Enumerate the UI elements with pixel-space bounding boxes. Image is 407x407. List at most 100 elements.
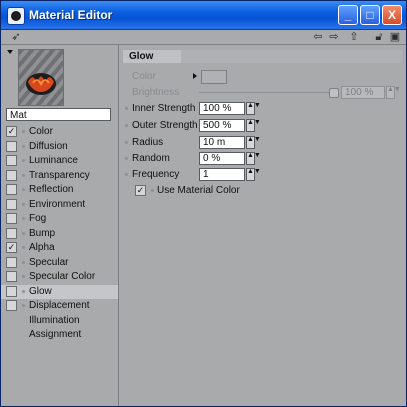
frequency-keyframe-dot[interactable] bbox=[125, 173, 128, 176]
channel-item-diffusion[interactable]: Diffusion bbox=[1, 140, 118, 154]
frequency-spinner[interactable]: ▲▼ bbox=[246, 168, 261, 181]
brightness-field[interactable]: 100 % bbox=[341, 86, 385, 99]
preview-menu-arrow-icon[interactable] bbox=[7, 50, 13, 54]
forward-arrow-icon[interactable]: ⇨ bbox=[327, 30, 341, 44]
channel-item-alpha[interactable]: ✓ Alpha bbox=[1, 241, 118, 255]
channel-checkbox[interactable] bbox=[6, 155, 17, 166]
channel-dot bbox=[22, 289, 25, 293]
up-arrow-icon[interactable]: ⇧ bbox=[347, 30, 361, 44]
frequency-row: Frequency 1 ▲▼ bbox=[119, 168, 406, 182]
channel-label: Color bbox=[29, 126, 53, 137]
outer-strength-field[interactable]: 500 % bbox=[199, 119, 245, 132]
channel-checkbox[interactable] bbox=[6, 285, 17, 297]
channel-label: Bump bbox=[29, 227, 56, 239]
outer-strength-spinner[interactable]: ▲▼ bbox=[246, 119, 261, 132]
channel-item-bump[interactable]: Bump bbox=[1, 227, 118, 241]
outer-strength-keyframe-dot[interactable] bbox=[125, 124, 128, 127]
channel-item-luminance[interactable]: Luminance bbox=[1, 154, 118, 168]
color-swatch[interactable] bbox=[201, 70, 227, 84]
channel-item-environment[interactable]: Environment bbox=[1, 198, 118, 212]
color-label: Color bbox=[132, 71, 156, 82]
channel-item-color[interactable]: ✓ Color bbox=[1, 125, 118, 139]
title-bar[interactable]: Material Editor _ □ X bbox=[1, 1, 406, 30]
radius-label: Radius bbox=[132, 137, 164, 148]
channel-dot bbox=[22, 304, 25, 307]
channel-checkbox[interactable] bbox=[6, 227, 17, 239]
channel-checkbox[interactable] bbox=[6, 213, 17, 224]
channel-item-specular[interactable]: Specular bbox=[1, 256, 118, 270]
channel-checkbox[interactable] bbox=[6, 300, 17, 311]
channel-dot bbox=[22, 202, 25, 206]
glow-group-title: Glow bbox=[129, 51, 154, 62]
channel-dot bbox=[22, 231, 25, 235]
cursor-arrow-icon[interactable]: ➶ bbox=[9, 30, 23, 44]
inner-strength-field[interactable]: 100 % bbox=[199, 102, 245, 115]
close-button[interactable]: X bbox=[382, 5, 402, 25]
random-field[interactable]: 0 % bbox=[199, 152, 245, 165]
back-arrow-icon[interactable]: ⇦ bbox=[311, 30, 325, 44]
cinema4d-app-icon bbox=[7, 7, 25, 25]
random-spinner[interactable]: ▲▼ bbox=[246, 152, 261, 165]
random-keyframe-dot[interactable] bbox=[125, 157, 128, 160]
inner-strength-spinner[interactable]: ▲▼ bbox=[246, 102, 261, 115]
lock-icon[interactable]: 🔓︎ bbox=[372, 30, 386, 44]
channel-item-transparency[interactable]: Transparency bbox=[1, 169, 118, 183]
new-window-icon[interactable]: ▣ bbox=[388, 30, 402, 44]
brightness-row: Brightness 100 % ▲▼ bbox=[119, 86, 406, 100]
channel-checkbox[interactable] bbox=[6, 184, 17, 195]
panel-item-assignment[interactable]: Assignment bbox=[1, 328, 118, 342]
channel-dot bbox=[22, 159, 25, 162]
channel-checkbox[interactable] bbox=[6, 140, 17, 152]
channel-dot bbox=[22, 246, 25, 249]
channel-item-glow[interactable]: Glow bbox=[1, 284, 118, 299]
radius-keyframe-dot[interactable] bbox=[125, 141, 128, 144]
window-title: Material Editor bbox=[29, 8, 113, 22]
brightness-slider-knob[interactable] bbox=[329, 88, 339, 98]
outer-strength-row: Outer Strength 500 % ▲▼ bbox=[119, 119, 406, 133]
channel-item-fog[interactable]: Fog bbox=[1, 212, 118, 226]
toolbar: ➶ ⇦ ⇨ ⇧ 🔓︎ ▣ bbox=[1, 30, 406, 45]
channel-label: Diffusion bbox=[29, 140, 68, 152]
attributes-panel: Glow Color Brightness 100 % ▲▼ Inner Str… bbox=[119, 45, 406, 406]
channel-checkbox[interactable]: ✓ bbox=[6, 242, 17, 253]
radius-row: Radius 10 m ▲▼ bbox=[119, 136, 406, 150]
minimize-button[interactable]: _ bbox=[338, 5, 358, 25]
radius-spinner[interactable]: ▲▼ bbox=[246, 136, 261, 149]
group-header-bar bbox=[181, 50, 402, 63]
material-name-field[interactable]: Mat bbox=[6, 108, 111, 121]
channel-item-specular-color[interactable]: Specular Color bbox=[1, 270, 118, 284]
channel-checkbox[interactable]: ✓ bbox=[6, 126, 17, 137]
panel-item-label: Assignment bbox=[29, 329, 82, 340]
channel-checkbox[interactable] bbox=[6, 271, 17, 282]
channel-label: Specular bbox=[29, 256, 69, 268]
channel-label: Specular Color bbox=[29, 271, 96, 282]
radius-field[interactable]: 10 m bbox=[199, 136, 245, 149]
material-editor-window: Material Editor _ □ X ➶ ⇦ ⇨ ⇧ 🔓︎ ▣ Mat ✓… bbox=[0, 0, 407, 407]
use-material-color-checkbox[interactable]: ✓ bbox=[135, 185, 146, 196]
outer-strength-label: Outer Strength bbox=[132, 120, 198, 131]
random-row: Random 0 % ▲▼ bbox=[119, 152, 406, 166]
material-preview[interactable] bbox=[18, 49, 64, 106]
frequency-field[interactable]: 1 bbox=[199, 168, 245, 181]
glow-group-header[interactable]: Glow bbox=[123, 50, 402, 63]
use-material-color-keyframe-dot[interactable] bbox=[151, 189, 154, 192]
channel-label: Environment bbox=[29, 198, 86, 210]
inner-strength-row: Inner Strength 100 % ▲▼ bbox=[119, 102, 406, 116]
channel-checkbox[interactable] bbox=[6, 169, 17, 181]
channel-label: Luminance bbox=[29, 155, 78, 166]
channel-label: Alpha bbox=[29, 242, 55, 253]
channel-dot bbox=[22, 188, 25, 191]
brightness-slider-track[interactable] bbox=[199, 92, 337, 93]
brightness-spinner[interactable]: ▲▼ bbox=[386, 86, 401, 99]
channel-item-displacement[interactable]: Displacement bbox=[1, 299, 118, 313]
use-material-color-row: ✓ Use Material Color bbox=[119, 184, 406, 198]
channel-checkbox[interactable] bbox=[6, 198, 17, 210]
maximize-button[interactable]: □ bbox=[360, 5, 380, 25]
panel-item-illumination[interactable]: Illumination bbox=[1, 314, 118, 328]
color-expand-arrow-icon[interactable] bbox=[193, 73, 197, 79]
channel-item-reflection[interactable]: Reflection bbox=[1, 183, 118, 197]
channel-checkbox[interactable] bbox=[6, 256, 17, 268]
inner-strength-keyframe-dot[interactable] bbox=[125, 107, 128, 110]
channel-dot bbox=[22, 275, 25, 278]
channel-dot bbox=[22, 260, 25, 264]
